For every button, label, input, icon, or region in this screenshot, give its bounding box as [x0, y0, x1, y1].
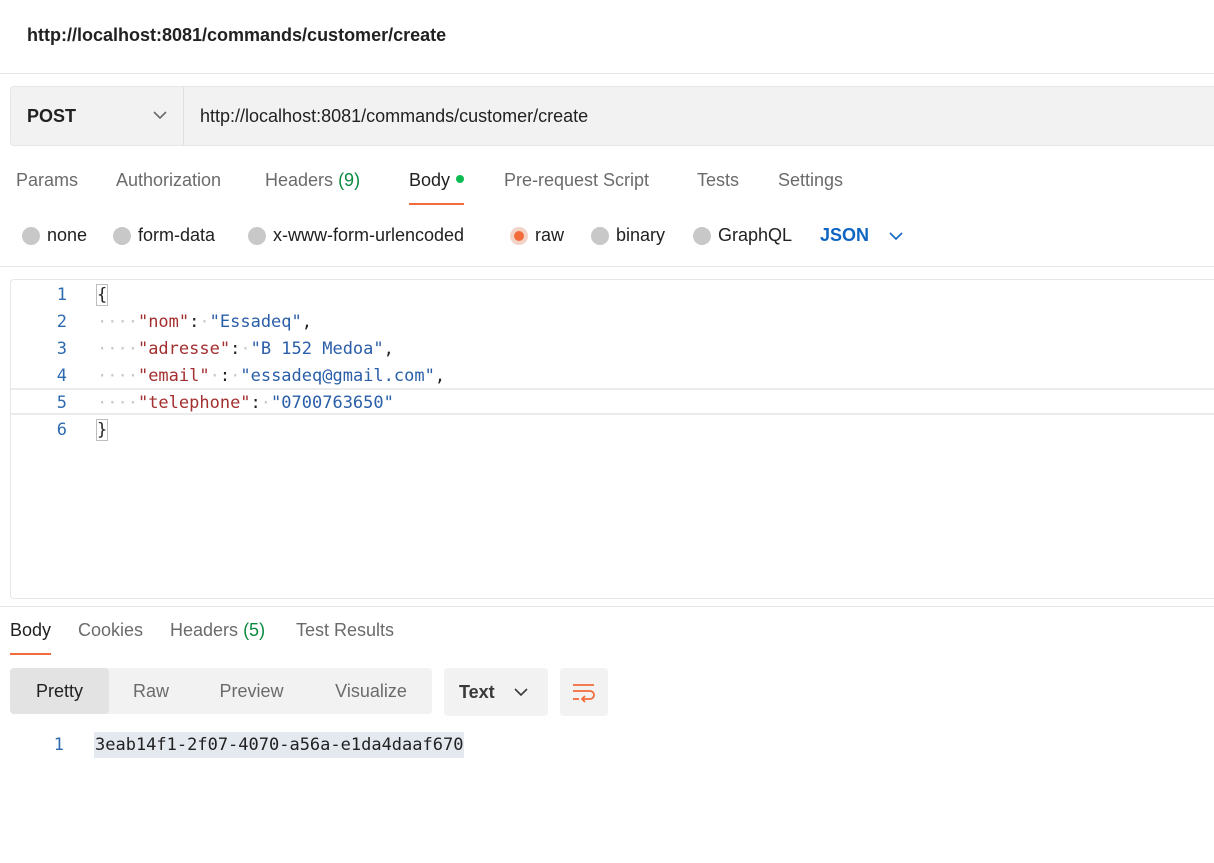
tab-tests[interactable]: Tests	[697, 170, 739, 191]
window-title: http://localhost:8081/commands/customer/…	[27, 25, 447, 45]
tab-label: Body	[409, 170, 451, 190]
tab-label: Tests	[697, 170, 740, 190]
json-key: "nom"	[137, 312, 190, 332]
radio-icon	[591, 227, 609, 245]
tab-headers[interactable]: Headers (9)	[265, 170, 360, 191]
code-line: 1 {	[11, 282, 1214, 309]
tab-settings[interactable]: Settings	[778, 170, 843, 191]
tab-label: Body	[10, 620, 52, 640]
window-title-bar: http://localhost:8081/commands/customer/…	[0, 0, 1214, 74]
request-body-editor[interactable]: 1 { 2 ····"nom":·"Essadeq", 3 ····"adres…	[10, 279, 1214, 599]
view-visualize-button[interactable]: Visualize	[310, 668, 432, 714]
line-number: 1	[53, 735, 64, 755]
tab-count: (9)	[338, 170, 361, 190]
code-text: ····"nom":·"Essadeq",	[97, 312, 313, 332]
radio-label: x-www-form-urlencoded	[273, 225, 465, 245]
response-tab-headers[interactable]: Headers (5)	[170, 620, 265, 641]
response-tab-test-results[interactable]: Test Results	[296, 620, 394, 641]
body-language-label: JSON	[820, 225, 870, 245]
line-number: 5	[56, 393, 67, 413]
brace: {	[95, 284, 109, 306]
tab-label: Headers	[265, 170, 334, 190]
radio-icon	[693, 227, 711, 245]
radio-selected-icon	[510, 227, 528, 245]
json-value: "Essadeq"	[209, 312, 302, 332]
response-tab-cookies[interactable]: Cookies	[78, 620, 143, 641]
radio-icon	[22, 227, 40, 245]
chevron-down-icon	[514, 688, 528, 697]
method-label: POST	[27, 106, 77, 126]
radio-label: raw	[535, 225, 565, 245]
tab-label: Settings	[778, 170, 844, 190]
wrap-lines-button[interactable]	[560, 668, 608, 716]
code-text: }	[95, 419, 109, 441]
chevron-down-icon	[153, 111, 167, 120]
response-view-toggle: Pretty Raw Preview Visualize	[10, 668, 432, 714]
json-key: "email"	[137, 366, 210, 386]
view-pretty-button[interactable]: Pretty	[10, 668, 109, 714]
radio-icon	[248, 227, 266, 245]
tab-body[interactable]: Body	[409, 170, 465, 205]
view-preview-button[interactable]: Preview	[193, 668, 310, 714]
radio-label: GraphQL	[718, 225, 793, 245]
tab-label: Test Results	[296, 620, 395, 640]
response-tab-body[interactable]: Body	[10, 620, 52, 655]
tab-label: Params	[16, 170, 79, 190]
code-text: ····"email"·:·"essadeq@gmail.com",	[97, 366, 446, 386]
tab-label: Cookies	[78, 620, 144, 640]
response-format-label: Text	[459, 682, 495, 702]
method-select[interactable]: POST	[11, 87, 184, 145]
radio-icon	[113, 227, 131, 245]
wrap-lines-icon	[573, 684, 595, 703]
code-text: {	[95, 284, 109, 306]
divider	[0, 266, 1214, 267]
line-number: 1	[56, 285, 67, 305]
json-value: "B 152 Medoa"	[250, 339, 384, 359]
code-line: 2 ····"nom":·"Essadeq",	[11, 309, 1214, 336]
line-number: 6	[56, 420, 67, 440]
radio-label: none	[47, 225, 88, 245]
code-line: 3 ····"adresse":·"B 152 Medoa",	[11, 336, 1214, 363]
tab-label: Authorization	[116, 170, 222, 190]
response-body-line: 1 3eab14f1-2f07-4070-a56a-e1da4daaf670	[0, 732, 1214, 760]
tab-count: (5)	[243, 620, 266, 640]
active-tab-indicator	[409, 203, 465, 205]
line-number: 2	[56, 312, 67, 332]
response-format-select[interactable]: Text	[444, 668, 548, 716]
line-number: 4	[56, 366, 67, 386]
json-value: "essadeq@gmail.com"	[240, 366, 435, 386]
request-url-bar: POST http://localhost:8081/commands/cust…	[10, 86, 1214, 146]
tab-label: Pre-request Script	[504, 170, 650, 190]
radio-label: binary	[616, 225, 666, 245]
radio-label: form-data	[138, 225, 216, 245]
active-tab-indicator	[10, 653, 52, 655]
json-key: "adresse"	[137, 339, 231, 359]
code-line: 4 ····"email"·:·"essadeq@gmail.com",	[11, 363, 1214, 390]
tab-authorization[interactable]: Authorization	[116, 170, 221, 191]
tab-label: Headers	[170, 620, 239, 640]
response-body-text[interactable]: 3eab14f1-2f07-4070-a56a-e1da4daaf670	[94, 732, 465, 758]
status-dot-icon	[456, 175, 465, 184]
code-line: 6 }	[11, 417, 1214, 444]
view-raw-button[interactable]: Raw	[109, 668, 193, 714]
json-value: "0700763650"	[271, 393, 394, 413]
brace: }	[95, 419, 109, 441]
tab-params[interactable]: Params	[16, 170, 78, 191]
code-text: ····"adresse":·"B 152 Medoa",	[97, 339, 394, 359]
chevron-down-icon	[889, 232, 903, 241]
code-line-current: 5 ····"telephone":·"0700763650"	[11, 388, 1214, 415]
code-text: ····"telephone":·"0700763650"	[97, 393, 394, 413]
json-key: "telephone"	[137, 393, 251, 413]
divider	[0, 606, 1214, 607]
url-input[interactable]: http://localhost:8081/commands/customer/…	[200, 106, 588, 127]
line-number: 3	[56, 339, 67, 359]
tab-pre-request-script[interactable]: Pre-request Script	[504, 170, 649, 191]
